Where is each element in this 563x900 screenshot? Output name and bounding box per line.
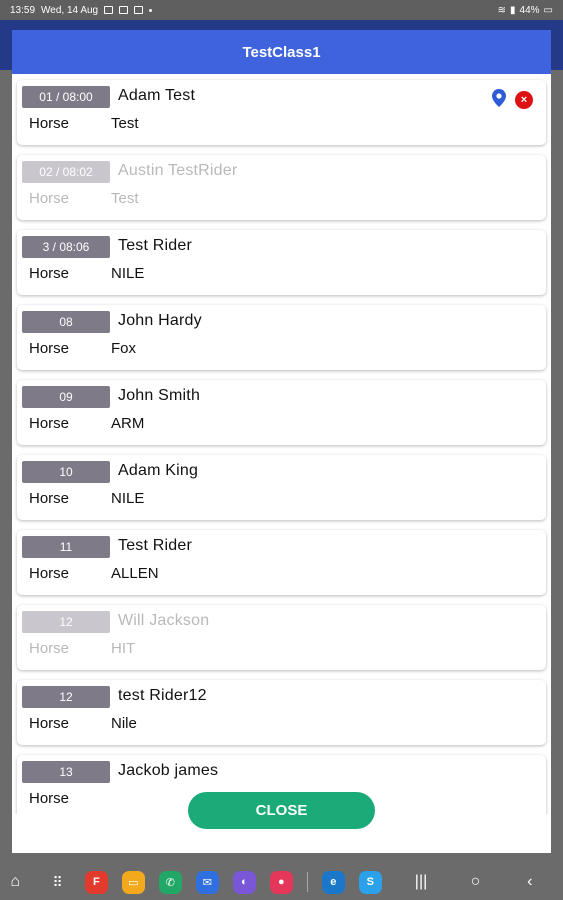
skype-app-icon[interactable]: S	[358, 870, 382, 894]
entry-card[interactable]: 02 / 08:02 Austin TestRider Horse Test	[17, 155, 546, 220]
more-notifications-icon	[149, 8, 153, 12]
start-number-badge: 13	[22, 761, 110, 783]
messages-app-icon[interactable]: ✉	[195, 870, 219, 894]
rider-name: Adam Test	[118, 87, 196, 104]
horse-label: Horse	[29, 415, 70, 432]
rider-name: Test Rider	[118, 537, 193, 554]
horse-label: Horse	[29, 190, 70, 207]
flipboard-app-icon[interactable]: F	[84, 870, 108, 894]
remove-icon[interactable]: ×	[515, 91, 533, 109]
status-time: 13:59	[10, 4, 36, 16]
home-icon[interactable]: ○	[466, 872, 484, 892]
start-number-badge: 11	[22, 536, 110, 558]
dialog-title: TestClass1	[12, 30, 551, 74]
location-pin-icon[interactable]	[492, 89, 506, 107]
start-number-badge: 10	[22, 461, 110, 483]
horse-label: Horse	[29, 490, 70, 507]
horse-label: Horse	[29, 340, 70, 357]
status-date: Wed, 14 Aug	[41, 4, 99, 16]
files-app-icon[interactable]: ▭	[121, 870, 145, 894]
entry-list[interactable]: 01 / 08:00 Adam Test Horse Test × 02 / 08:02 A…	[12, 74, 551, 814]
recent-apps-icon[interactable]: |||	[412, 872, 430, 892]
horse-name: ARM	[111, 415, 145, 432]
horse-label: Horse	[29, 265, 70, 282]
start-number-badge: 01 / 08:00	[22, 86, 110, 108]
entry-card[interactable]: 11 Test Rider Horse ALLEN	[17, 530, 546, 595]
dock-divider	[306, 872, 308, 892]
browser-app-icon[interactable]: ◐	[232, 870, 256, 894]
entry-card[interactable]: 12 Will Jackson Horse HIT	[17, 605, 546, 670]
horse-name: ALLEN	[111, 565, 159, 582]
entry-card[interactable]: 12 test Rider12 Horse Nile	[17, 680, 546, 745]
image-notification-icon	[119, 6, 129, 14]
rider-name: John Hardy	[118, 312, 202, 329]
start-list-dialog: TestClass1 01 / 08:00 Adam Test Horse Test ×…	[12, 30, 551, 853]
horse-name: HIT	[111, 640, 136, 657]
entry-card[interactable]: 08 John Hardy Horse Fox	[17, 305, 546, 370]
rider-name: Austin TestRider	[118, 162, 238, 179]
entry-card[interactable]: 01 / 08:00 Adam Test Horse Test ×	[17, 80, 546, 145]
phone-app-icon[interactable]: ✆	[158, 870, 182, 894]
wifi-icon: ≋	[497, 4, 507, 16]
start-number-badge: 3 / 08:06	[22, 236, 110, 258]
horse-name: Fox	[111, 340, 137, 357]
status-bar: 13:59 Wed, 14 Aug ≋ ▮ 44% ▭	[0, 0, 563, 20]
entry-card[interactable]: 09 John Smith Horse ARM	[17, 380, 546, 445]
horse-label: Horse	[29, 565, 70, 582]
edge-app-icon[interactable]: e	[321, 870, 345, 894]
accessibility-icon[interactable]: ⌂	[6, 872, 24, 892]
horse-name: NILE	[111, 490, 145, 507]
rider-name: test Rider12	[118, 687, 207, 704]
start-number-badge: 12	[22, 686, 110, 708]
horse-name: Nile	[111, 715, 137, 732]
start-number-badge: 08	[22, 311, 110, 333]
system-navigation-bar: ⌂ ⠿ F ▭ ✆ ✉ ◐ ● e S ||| ○ ‹	[0, 864, 563, 900]
horse-label: Horse	[29, 115, 70, 132]
start-number-badge: 09	[22, 386, 110, 408]
screen-recorder-app-icon[interactable]: ●	[269, 870, 293, 894]
horse-label: Horse	[29, 715, 70, 732]
gallery-notification-icon	[104, 6, 114, 14]
rider-name: Test Rider	[118, 237, 193, 254]
battery-percentage: 44%	[519, 4, 540, 16]
signal-icon: ▮	[510, 4, 516, 16]
entry-card[interactable]: 3 / 08:06 Test Rider Horse NILE	[17, 230, 546, 295]
horse-label: Horse	[29, 790, 70, 807]
close-button[interactable]: CLOSE	[188, 792, 375, 829]
battery-icon: ▭	[543, 4, 553, 16]
back-icon[interactable]: ‹	[521, 872, 539, 892]
horse-name: NILE	[111, 265, 145, 282]
entry-card[interactable]: 10 Adam King Horse NILE	[17, 455, 546, 520]
start-number-badge: 12	[22, 611, 110, 633]
rider-name: Adam King	[118, 462, 199, 479]
screenshot-notification-icon	[134, 6, 144, 14]
horse-label: Horse	[29, 640, 70, 657]
app-drawer-icon[interactable]: ⠿	[48, 872, 66, 892]
rider-name: Jackob james	[118, 762, 219, 779]
rider-name: John Smith	[118, 387, 201, 404]
horse-name: Test	[111, 115, 139, 132]
start-number-badge: 02 / 08:02	[22, 161, 110, 183]
rider-name: Will Jackson	[118, 612, 210, 629]
horse-name: Test	[111, 190, 139, 207]
